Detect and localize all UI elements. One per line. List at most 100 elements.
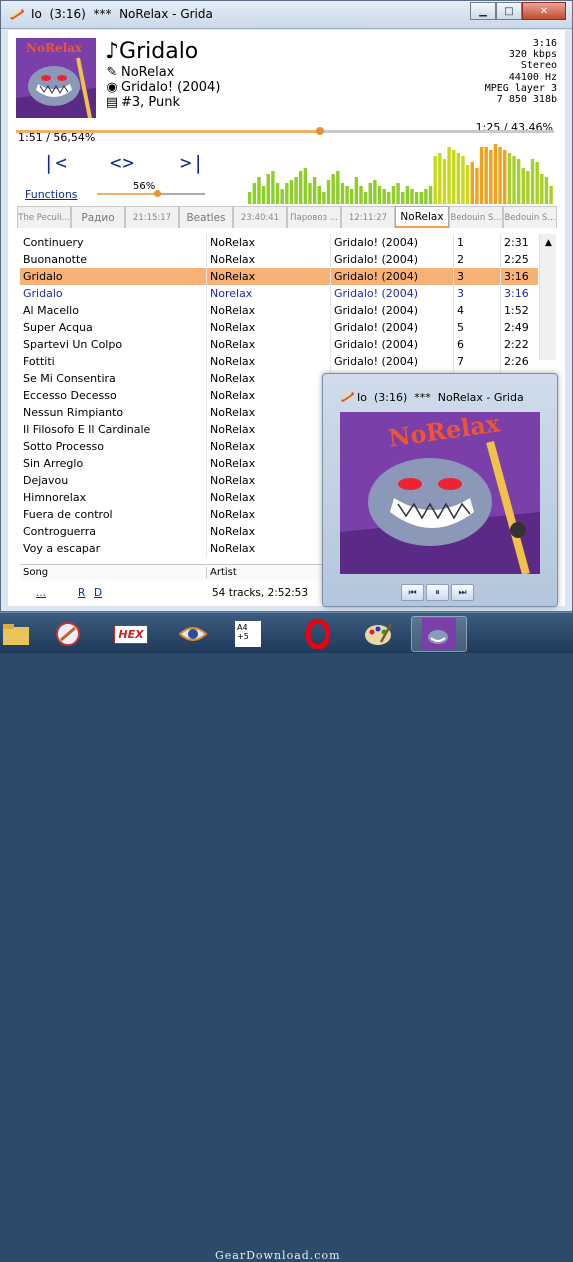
column-divider [453,285,454,302]
spectrum-bar [410,189,414,204]
eye-icon [178,627,208,641]
playlist-tab[interactable]: Радио [71,206,125,228]
spectrum-bar [303,168,308,204]
title-bar[interactable]: Io (3:16) *** NoRelax - Grida ▁ □ ✕ [1,1,572,29]
time-elapsed: 1:51 / 56,54% [18,131,96,144]
spectrum-bar [350,189,354,204]
next-button[interactable]: >| [180,152,205,174]
taskbar-hex-button[interactable]: HEX [103,616,159,652]
playlist-row[interactable]: Gridalo Norelax Gridalo! (2004) 3 3:16 [20,285,538,302]
popup-pause-button[interactable]: ⏸ [426,584,449,601]
taskbar-palette-button[interactable] [350,616,406,652]
taskbar-opera-button[interactable] [290,616,346,652]
track-duration: 2:31 [504,236,529,249]
spectrum-bar [414,192,419,204]
spectrum-bar [521,168,525,204]
taskbar-folder-button[interactable] [0,616,44,652]
functions-link[interactable]: Functions [25,188,78,201]
spectrum-bar [271,171,275,204]
track-duration: 2:26 [504,355,529,368]
track-number: 6 [457,338,464,351]
playlist-tab[interactable]: 12:11:27 [341,206,395,228]
track-artist: NoRelax [210,372,256,385]
playlist-tab[interactable]: Beatles [179,206,233,228]
track-album: Gridalo! (2004) [334,321,419,334]
column-divider [330,251,331,268]
taskbar-player-button[interactable] [411,616,467,652]
maximize-button[interactable]: □ [496,2,522,20]
scroll-up-arrow-icon[interactable]: ▲ [540,234,557,251]
popup-next-button[interactable]: ⏭ [451,584,474,601]
d-link[interactable]: D [94,587,102,599]
playlist-tab[interactable]: Bedouin S... [503,206,557,228]
track-title: Voy a escapar [23,542,101,555]
playlist-tab[interactable]: Паровоз ... [287,206,341,228]
playlist-row[interactable]: Spartevi Un Colpo NoRelax Gridalo! (2004) 6… [20,336,538,353]
playlist-tabs: The Peculi... Радио 21:15:17 Beatles 23:40:4… [17,206,557,228]
spectrum-bar [493,144,498,204]
playlist-tab[interactable]: Bedouin S... [449,206,503,228]
track-artist: NoRelax [210,423,256,436]
column-divider [330,234,331,251]
column-artist[interactable]: Artist [206,567,237,578]
track-duration: 2:49 [504,321,529,334]
track-artist: NoRelax [210,542,256,555]
track-artist: NoRelax [210,321,256,334]
track-album: Gridalo! (2004) [334,304,419,317]
spectrum-bar [373,180,377,204]
column-divider [500,285,501,302]
spectrum-bar [317,186,321,204]
app-icon [10,9,24,20]
minimize-button[interactable]: ▁ [470,2,496,20]
playlist-row[interactable]: Gridalo NoRelax Gridalo! (2004) 3 3:16 [20,268,538,285]
column-divider [206,234,207,251]
playlist-row[interactable]: Buonanotte NoRelax Gridalo! (2004) 2 2:25 [20,251,538,268]
track-title: Super Acqua [23,321,93,334]
brush-icon [56,622,80,646]
column-divider [500,353,501,370]
playlist-row[interactable]: Al Macello NoRelax Gridalo! (2004) 4 1:52 [20,302,538,319]
track-title: Il Filosofo E Il Cardinale [23,423,151,436]
column-song[interactable]: Song [23,567,48,578]
volume-slider[interactable] [97,190,205,197]
taskbar-viewer-button[interactable] [165,616,221,652]
track-title: Fuera de control [23,508,113,521]
spectrum-bar [363,192,368,204]
volume-knob[interactable] [154,190,162,197]
column-divider [330,285,331,302]
spectrum-analyzer [248,144,553,204]
column-divider [453,336,454,353]
playlist-tab[interactable]: 23:40:41 [233,206,287,228]
playlist-tab[interactable]: 21:15:17 [125,206,179,228]
spectrum-bar [266,174,270,204]
r-link[interactable]: R [78,587,85,599]
popup-prev-button[interactable]: ⏮ [401,584,424,601]
track-artist: Norelax [210,287,253,300]
more-link[interactable]: ... [36,587,46,599]
taskbar-a4-button[interactable]: A4 +5 [220,616,276,652]
seek-knob[interactable] [316,127,325,135]
playlist-tab[interactable]: NoRelax [395,206,449,228]
spectrum-bar [299,171,303,204]
a4-icon: A4 +5 [235,621,261,647]
track-duration: 3:16 [504,270,529,283]
tech-info: 3:16 320 kbps Stereo 44100 Hz MPEG layer… [437,38,557,105]
tech-format: MPEG layer 3 [484,82,557,94]
spectrum-bar [419,192,423,204]
mini-player-popup: Io (3:16) *** NoRelax - Grida NoRelax ⏮ … [322,373,558,607]
playlist-row[interactable]: Fottiti NoRelax Gridalo! (2004) 7 2:26 [20,353,538,370]
track-artist: NoRelax [210,304,256,317]
track-artist: NoRelax [210,440,256,453]
close-button[interactable]: ✕ [522,2,566,20]
playlist-row[interactable]: Continuery NoRelax Gridalo! (2004) 1 2:31 [20,234,538,251]
column-divider [500,251,501,268]
playlist-scrollbar[interactable]: ▲ [539,234,556,360]
play-pause-button[interactable]: <> [110,152,135,174]
taskbar-paint-button[interactable] [40,616,96,652]
prev-button[interactable]: |< [43,152,68,174]
playlist-row[interactable]: Super Acqua NoRelax Gridalo! (2004) 5 2:49 [20,319,538,336]
column-divider [206,455,207,472]
track-title: Sotto Processo [23,440,105,453]
seek-bar[interactable] [16,127,554,135]
playlist-tab[interactable]: The Peculi... [17,206,71,228]
